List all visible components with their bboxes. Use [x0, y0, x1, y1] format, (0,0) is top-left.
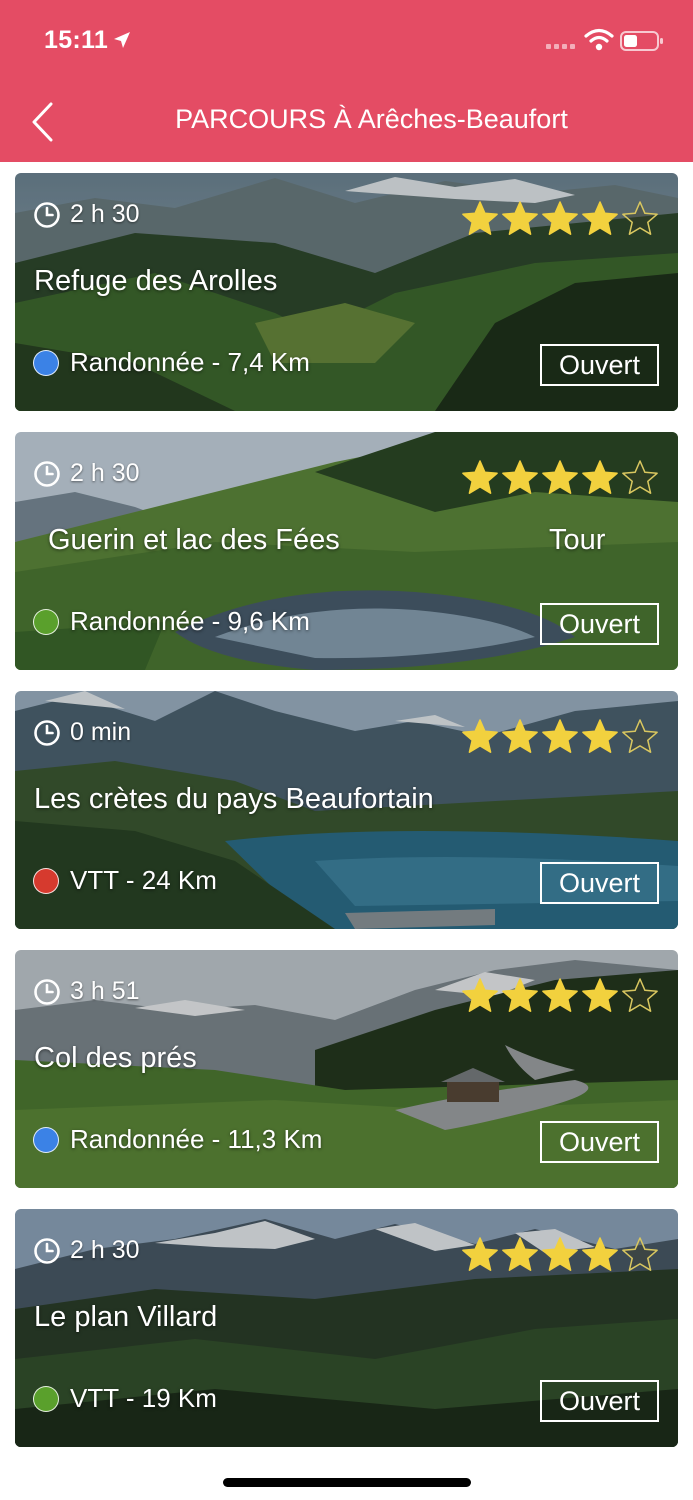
star-filled-icon [502, 719, 538, 753]
status-button[interactable]: Ouvert [540, 344, 659, 386]
difficulty-dot [33, 608, 59, 635]
status-button[interactable]: Ouvert [540, 1121, 659, 1163]
star-filled-icon [462, 1237, 498, 1271]
duration-text: 2 h 30 [70, 200, 140, 228]
route-title: Col des prés [34, 1042, 197, 1074]
star-filled-icon [462, 201, 498, 235]
activity-text: Randonnée - 9,6 Km [70, 606, 310, 636]
route-title-overflow: Tour [549, 524, 606, 556]
star-filled-icon [462, 460, 498, 494]
chevron-left-icon [32, 102, 53, 142]
duration-text: 2 h 30 [70, 1236, 140, 1264]
star-empty-icon [622, 1237, 658, 1271]
activity-text: Randonnée - 7,4 Km [70, 347, 310, 377]
route-card[interactable]: 0 min Les crètes du pays Beaufortain VTT… [15, 691, 678, 929]
route-title: Les crètes du pays Beaufortain [34, 783, 434, 815]
difficulty-dot [33, 867, 59, 894]
signal-icon [546, 44, 575, 49]
difficulty-dot [33, 349, 59, 376]
star-filled-icon [542, 1237, 578, 1271]
duration: 2 h 30 [33, 459, 140, 488]
duration: 0 min [33, 718, 131, 747]
star-filled-icon [582, 719, 618, 753]
star-filled-icon [582, 978, 618, 1012]
star-filled-icon [502, 460, 538, 494]
duration-text: 0 min [70, 718, 132, 746]
difficulty-dot [33, 1126, 59, 1153]
status-button[interactable]: Ouvert [540, 862, 659, 904]
route-card[interactable]: 2 h 30 Le plan Villard VTT - 19 Km Ouver… [15, 1209, 678, 1447]
star-filled-icon [462, 719, 498, 753]
star-empty-icon [622, 460, 658, 494]
star-filled-icon [582, 460, 618, 494]
star-filled-icon [542, 460, 578, 494]
star-rating [459, 459, 659, 497]
difficulty-dot [33, 1385, 59, 1412]
activity-info: Randonnée - 7,4 Km [33, 347, 310, 378]
star-rating [459, 1236, 659, 1274]
activity-info: Randonnée - 11,3 Km [33, 1124, 322, 1155]
star-filled-icon [542, 201, 578, 235]
activity-text: Randonnée - 11,3 Km [70, 1124, 323, 1154]
duration: 2 h 30 [33, 200, 140, 229]
back-button[interactable] [18, 98, 66, 146]
route-card[interactable]: 3 h 51 Col des prés Randonnée - 11,3 Km … [15, 950, 678, 1188]
clock-icon [34, 1237, 60, 1264]
star-rating [459, 200, 659, 238]
route-card[interactable]: 2 h 30 Refuge des Arolles Randonnée - 7,… [15, 173, 678, 411]
star-filled-icon [582, 201, 618, 235]
battery-icon [620, 31, 663, 51]
star-filled-icon [502, 201, 538, 235]
star-filled-icon [542, 978, 578, 1012]
star-filled-icon [462, 978, 498, 1012]
clock-icon [34, 460, 60, 487]
star-filled-icon [582, 1237, 618, 1271]
status-button[interactable]: Ouvert [540, 1380, 659, 1422]
star-empty-icon [622, 719, 658, 753]
star-empty-icon [622, 978, 658, 1012]
activity-text: VTT - 19 Km [70, 1383, 217, 1413]
duration: 3 h 51 [33, 977, 140, 1006]
route-list: 2 h 30 Refuge des Arolles Randonnée - 7,… [15, 173, 678, 1468]
wifi-icon [584, 28, 614, 51]
route-card[interactable]: 2 h 30 Guerin et lac des Fées Tour Rando… [15, 432, 678, 670]
home-indicator [223, 1478, 471, 1487]
route-title: Guerin et lac des Fées [48, 524, 340, 556]
status-button[interactable]: Ouvert [540, 603, 659, 645]
route-title: Refuge des Arolles [34, 265, 278, 297]
star-rating [459, 977, 659, 1015]
location-arrow-icon [114, 32, 130, 48]
activity-info: VTT - 24 Km [33, 865, 217, 896]
duration-text: 3 h 51 [70, 977, 140, 1005]
star-filled-icon [542, 719, 578, 753]
nav-bar: PARCOURS À Arêches-Beaufort [0, 80, 693, 162]
clock-icon [34, 719, 60, 746]
star-rating [459, 718, 659, 756]
route-title: Le plan Villard [34, 1301, 218, 1333]
duration-text: 2 h 30 [70, 459, 140, 487]
activity-info: VTT - 19 Km [33, 1383, 217, 1414]
clock-icon [34, 201, 60, 228]
star-filled-icon [502, 978, 538, 1012]
status-time: 15:11 [44, 26, 109, 54]
duration: 2 h 30 [33, 1236, 140, 1265]
star-empty-icon [622, 201, 658, 235]
activity-info: Randonnée - 9,6 Km [33, 606, 310, 637]
activity-text: VTT - 24 Km [70, 865, 217, 895]
status-bar: 15:11 [0, 0, 693, 80]
page-title: PARCOURS À Arêches-Beaufort [175, 104, 568, 134]
star-filled-icon [502, 1237, 538, 1271]
clock-icon [34, 978, 60, 1005]
app-header: 15:11 PARCOURS À Arêches-Beaufort [0, 0, 693, 162]
